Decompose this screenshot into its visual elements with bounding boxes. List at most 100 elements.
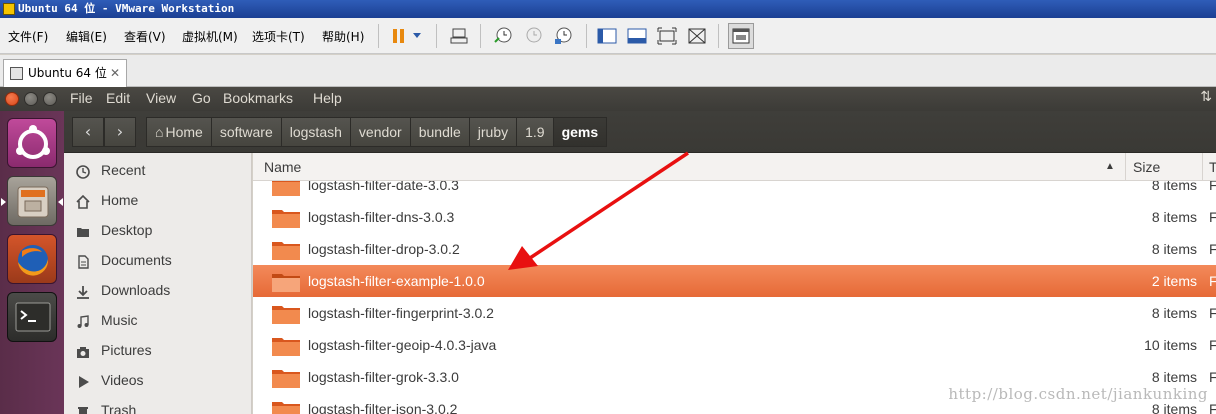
sidebar-item-home[interactable]: Home — [64, 187, 252, 217]
crumb-logstash[interactable]: logstash — [281, 117, 351, 147]
vmware-logo-icon — [3, 3, 15, 15]
firefox-icon[interactable] — [7, 234, 57, 284]
sidebar-item-desktop[interactable]: Desktop — [64, 217, 252, 247]
sidebar-item-trash[interactable]: Trash — [64, 397, 252, 414]
window-title: Ubuntu 64 位 - VMware Workstation — [18, 2, 235, 15]
folder-icon — [272, 370, 300, 388]
music-icon — [77, 315, 89, 328]
camera-icon — [77, 347, 89, 358]
pause-icon[interactable] — [388, 25, 410, 47]
tab-ubuntu-64[interactable]: Ubuntu 64 位 ✕ — [3, 59, 127, 87]
menu-vm[interactable]: 虚拟机(M) — [182, 28, 238, 45]
crumb-home[interactable]: ⌂ Home — [146, 117, 212, 147]
crumb-bundle[interactable]: bundle — [410, 117, 470, 147]
menu-go[interactable]: Go — [192, 90, 211, 106]
back-arrow-icon: ‹ — [84, 122, 92, 141]
places-sidebar: Recent Home Desktop Documents Downloads … — [64, 153, 252, 414]
unity-mode-icon[interactable] — [686, 25, 708, 47]
crumb-gems[interactable]: gems — [553, 117, 608, 147]
document-icon — [78, 255, 89, 269]
menu-edit[interactable]: 编辑(E) — [66, 28, 107, 45]
send-ctrl-alt-del-icon[interactable] — [448, 25, 470, 47]
snapshot-manager-icon[interactable] — [552, 25, 574, 47]
list-item[interactable]: logstash-filter-dns-3.0.3 8 items F — [253, 201, 1216, 233]
folder-icon — [272, 306, 300, 324]
dash-home-icon[interactable] — [7, 118, 57, 168]
show-sidebar-icon[interactable] — [596, 25, 618, 47]
forward-button[interactable]: › — [104, 117, 136, 147]
list-item[interactable]: logstash-filter-fingerprint-3.0.2 8 item… — [253, 297, 1216, 329]
column-size[interactable]: Size — [1133, 159, 1160, 175]
list-header: Name ▲ Size T — [253, 153, 1216, 181]
crumb-vendor[interactable]: vendor — [350, 117, 411, 147]
vmware-tab-strip: Ubuntu 64 位 ✕ — [0, 55, 1216, 87]
sidebar-item-videos[interactable]: Videos — [64, 367, 252, 397]
files-app-icon[interactable] — [7, 176, 57, 226]
sidebar-item-documents[interactable]: Documents — [64, 247, 252, 277]
breadcrumb: ⌂ Home software logstash vendor bundle jr… — [146, 117, 608, 147]
menu-help[interactable]: Help — [313, 90, 342, 106]
focused-indicator-icon — [58, 198, 63, 206]
power-dropdown-icon[interactable] — [410, 25, 424, 47]
maximize-window-icon[interactable] — [43, 92, 57, 106]
minimize-window-icon[interactable] — [24, 92, 38, 106]
toolbar-separator — [436, 24, 437, 48]
menu-edit[interactable]: Edit — [106, 90, 130, 106]
video-icon — [79, 376, 89, 388]
column-separator — [1125, 153, 1126, 181]
toolbar-separator — [480, 24, 481, 48]
network-updown-icon[interactable]: ⇅ — [1200, 89, 1212, 105]
revert-snapshot-icon[interactable] — [522, 25, 544, 47]
home-icon — [76, 195, 90, 209]
back-button[interactable]: ‹ — [72, 117, 104, 147]
tab-label: Ubuntu 64 位 — [28, 66, 107, 80]
vmware-title-bar: Ubuntu 64 位 - VMware Workstation — [0, 0, 1216, 18]
sidebar-item-downloads[interactable]: Downloads — [64, 277, 252, 307]
menu-view[interactable]: 查看(V) — [124, 28, 166, 45]
folder-icon — [272, 338, 300, 356]
file-list: Name ▲ Size T logstash-filter-date-3.0.3… — [253, 153, 1216, 414]
close-window-icon[interactable] — [5, 92, 19, 106]
folder-icon — [272, 274, 300, 292]
menu-file[interactable]: 文件(F) — [8, 28, 48, 45]
menu-view[interactable]: View — [146, 90, 176, 106]
vmware-menubar: 文件(F) 编辑(E) 查看(V) 虚拟机(M) 选项卡(T) 帮助(H) — [0, 18, 1216, 54]
file-manager-toolbar: ‹ › ⌂ Home software logstash vendor bundl… — [64, 111, 1216, 153]
column-type[interactable]: T — [1209, 159, 1216, 175]
column-name[interactable]: Name — [264, 159, 301, 175]
sidebar-item-music[interactable]: Music — [64, 307, 252, 337]
menu-bookmarks[interactable]: Bookmarks — [223, 90, 293, 106]
folder-icon — [272, 242, 300, 260]
sort-ascending-icon: ▲ — [1105, 161, 1115, 172]
menu-help[interactable]: 帮助(H) — [322, 28, 364, 45]
crumb-software[interactable]: software — [211, 117, 282, 147]
show-thumbnail-bar-icon[interactable] — [626, 25, 648, 47]
full-screen-icon[interactable] — [656, 25, 678, 47]
close-tab-icon[interactable]: ✕ — [110, 60, 120, 87]
trash-icon — [78, 407, 88, 414]
toolbar-separator — [378, 24, 379, 48]
console-view-icon[interactable] — [728, 23, 754, 49]
folder-icon — [272, 402, 300, 414]
screen: { "vmware": { "window_title": "Ubuntu 64… — [0, 0, 1216, 414]
sidebar-item-pictures[interactable]: Pictures — [64, 337, 252, 367]
crumb-jruby[interactable]: jruby — [469, 117, 518, 147]
crumb-1-9[interactable]: 1.9 — [517, 117, 554, 147]
list-item-selected[interactable]: logstash-filter-example-1.0.0 2 items F — [253, 265, 1216, 297]
sidebar-item-recent[interactable]: Recent — [64, 157, 252, 187]
menu-file[interactable]: File — [70, 90, 93, 106]
home-icon: ⌂ — [155, 124, 164, 140]
forward-arrow-icon: › — [116, 122, 124, 141]
list-item[interactable]: logstash-filter-geoip-4.0.3-java 10 item… — [253, 329, 1216, 361]
menu-tabs[interactable]: 选项卡(T) — [252, 28, 305, 45]
terminal-icon[interactable] — [7, 292, 57, 342]
column-separator — [1202, 153, 1203, 181]
list-item[interactable]: logstash-filter-drop-3.0.2 8 items F — [253, 233, 1216, 265]
vm-icon — [10, 67, 23, 80]
watermark: http://blog.csdn.net/jiankunking — [948, 385, 1208, 403]
folder-icon — [272, 210, 300, 228]
snapshot-icon[interactable] — [492, 25, 514, 47]
ubuntu-top-panel: File Edit View Go Bookmarks Help ⇅ — [0, 87, 1216, 111]
toolbar-separator — [586, 24, 587, 48]
toolbar-separator — [718, 24, 719, 48]
